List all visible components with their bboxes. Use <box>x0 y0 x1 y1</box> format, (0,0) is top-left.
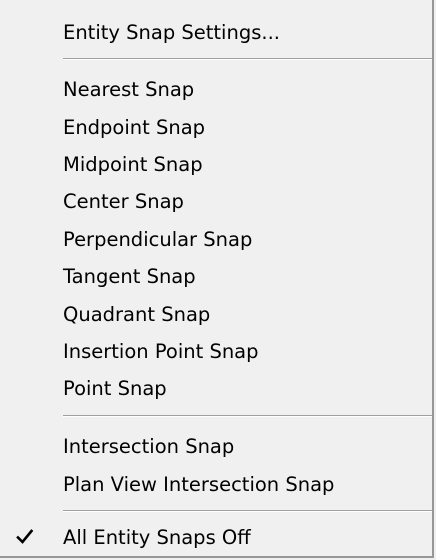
menu-item-label: Quadrant Snap <box>63 303 211 326</box>
menu-item-label: Endpoint Snap <box>63 116 206 139</box>
menu-item-label: Plan View Intersection Snap <box>63 473 335 496</box>
menu-item-perpendicular-snap[interactable]: Perpendicular Snap <box>0 221 432 258</box>
menu-item-label: Tangent Snap <box>63 265 196 288</box>
menu-item-insertion-point-snap[interactable]: Insertion Point Snap <box>0 333 432 370</box>
menu-item-label: Perpendicular Snap <box>63 228 253 251</box>
menu-item-label: Intersection Snap <box>63 435 235 458</box>
menu-item-label: All Entity Snaps Off <box>63 526 251 549</box>
menu-item-quadrant-snap[interactable]: Quadrant Snap <box>0 296 432 333</box>
menu-item-endpoint-snap[interactable]: Endpoint Snap <box>0 109 432 146</box>
menu-item-center-snap[interactable]: Center Snap <box>0 183 432 220</box>
menu-separator <box>63 415 432 417</box>
checkmark-icon <box>16 529 34 544</box>
menu-item-point-snap[interactable]: Point Snap <box>0 370 432 407</box>
menu-separator <box>63 510 432 512</box>
menu-item-entity-snap-settings[interactable]: Entity Snap Settings... <box>0 14 432 51</box>
context-menu: Entity Snap Settings... Nearest Snap End… <box>0 0 434 558</box>
menu-item-label: Midpoint Snap <box>63 153 203 176</box>
menu-item-label: Point Snap <box>63 377 167 400</box>
menu-item-tangent-snap[interactable]: Tangent Snap <box>0 258 432 295</box>
menu-item-midpoint-snap[interactable]: Midpoint Snap <box>0 146 432 183</box>
menu-item-all-entity-snaps-off[interactable]: All Entity Snaps Off <box>0 519 432 556</box>
menu-separator <box>63 58 432 60</box>
menu-item-intersection-snap[interactable]: Intersection Snap <box>0 428 432 465</box>
menu-item-plan-view-intersection-snap[interactable]: Plan View Intersection Snap <box>0 466 432 503</box>
menu-item-label: Nearest Snap <box>63 78 195 101</box>
menu-item-nearest-snap[interactable]: Nearest Snap <box>0 71 432 108</box>
menu-item-label: Entity Snap Settings... <box>63 21 280 44</box>
menu-item-label: Insertion Point Snap <box>63 340 259 363</box>
menu-item-label: Center Snap <box>63 190 184 213</box>
